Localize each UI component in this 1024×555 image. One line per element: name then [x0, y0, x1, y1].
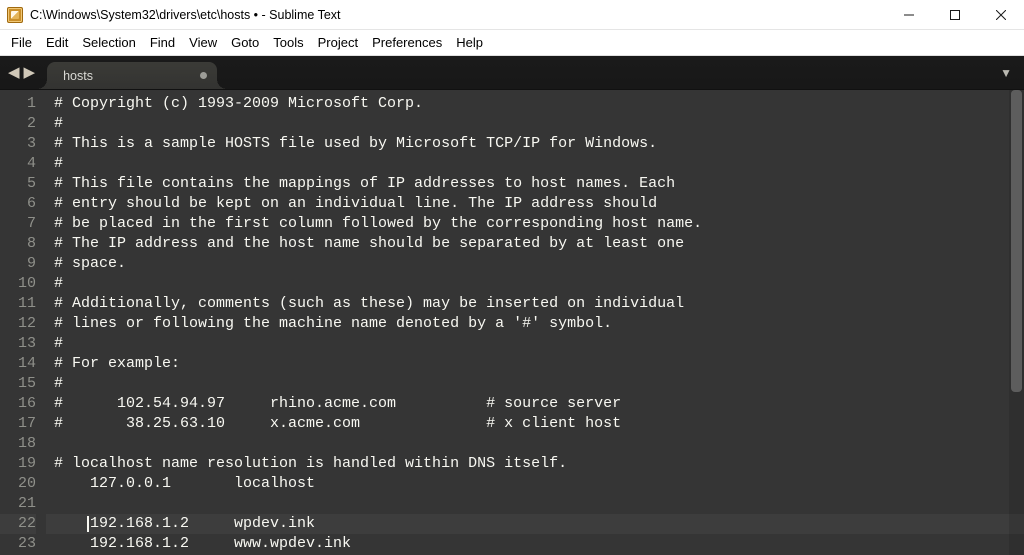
maximize-icon	[950, 10, 960, 20]
code-line[interactable]: # 102.54.94.97 rhino.acme.com # source s…	[46, 394, 1024, 414]
code-line[interactable]: # Copyright (c) 1993-2009 Microsoft Corp…	[46, 94, 1024, 114]
code-line[interactable]: # This is a sample HOSTS file used by Mi…	[46, 134, 1024, 154]
code-line[interactable]: # This file contains the mappings of IP …	[46, 174, 1024, 194]
menu-preferences[interactable]: Preferences	[365, 33, 449, 52]
line-number: 22	[0, 514, 36, 534]
line-number: 18	[0, 434, 36, 454]
minimize-icon	[904, 10, 914, 20]
line-number: 19	[0, 454, 36, 474]
maximize-button[interactable]	[932, 0, 978, 29]
code-line[interactable]: # For example:	[46, 354, 1024, 374]
code-line[interactable]: 127.0.0.1 localhost	[46, 474, 1024, 494]
line-number: 16	[0, 394, 36, 414]
line-number: 4	[0, 154, 36, 174]
menu-tools[interactable]: Tools	[266, 33, 310, 52]
menu-file[interactable]: File	[4, 33, 39, 52]
menu-goto[interactable]: Goto	[224, 33, 266, 52]
menu-edit[interactable]: Edit	[39, 33, 75, 52]
tab-nav-forward-icon[interactable]: ▶	[24, 65, 36, 80]
code-line[interactable]: # lines or following the machine name de…	[46, 314, 1024, 334]
line-number: 6	[0, 194, 36, 214]
code-line[interactable]: # 38.25.63.10 x.acme.com # x client host	[46, 414, 1024, 434]
line-number: 1	[0, 94, 36, 114]
dirty-indicator-icon	[200, 72, 207, 79]
close-icon	[996, 10, 1006, 20]
code-line[interactable]: # Additionally, comments (such as these)…	[46, 294, 1024, 314]
tab-hosts[interactable]: hosts	[47, 62, 217, 89]
tab-nav-back-icon[interactable]: ◀	[8, 65, 20, 80]
menu-view[interactable]: View	[182, 33, 224, 52]
line-number: 9	[0, 254, 36, 274]
line-number: 20	[0, 474, 36, 494]
text-cursor	[87, 516, 89, 532]
code-line[interactable]: 192.168.1.2 wpdev.ink	[46, 514, 1024, 534]
menu-help[interactable]: Help	[449, 33, 490, 52]
code-line[interactable]: 192.168.1.2 www.wpdev.ink	[46, 534, 1024, 554]
line-number: 14	[0, 354, 36, 374]
code-line[interactable]: # entry should be kept on an individual …	[46, 194, 1024, 214]
menu-selection[interactable]: Selection	[75, 33, 142, 52]
close-button[interactable]	[978, 0, 1024, 29]
window-title: C:\Windows\System32\drivers\etc\hosts • …	[30, 8, 341, 22]
code-line[interactable]: #	[46, 374, 1024, 394]
tab-nav-arrows: ◀ ▶	[4, 65, 45, 80]
code-area[interactable]: # Copyright (c) 1993-2009 Microsoft Corp…	[46, 90, 1024, 555]
vertical-scrollbar[interactable]	[1009, 90, 1024, 555]
line-number: 15	[0, 374, 36, 394]
menu-project[interactable]: Project	[311, 33, 365, 52]
app-icon	[7, 7, 23, 23]
code-line[interactable]: # localhost name resolution is handled w…	[46, 454, 1024, 474]
code-line[interactable]	[46, 494, 1024, 514]
line-number: 3	[0, 134, 36, 154]
code-line[interactable]: #	[46, 334, 1024, 354]
line-number: 7	[0, 214, 36, 234]
menu-find[interactable]: Find	[143, 33, 182, 52]
line-number: 12	[0, 314, 36, 334]
line-number: 2	[0, 114, 36, 134]
code-line[interactable]	[46, 434, 1024, 454]
tab-bar: ◀ ▶ hosts ▼	[0, 56, 1024, 90]
editor[interactable]: 1234567891011121314151617181920212223 # …	[0, 90, 1024, 555]
code-line[interactable]: #	[46, 114, 1024, 134]
scroll-thumb[interactable]	[1011, 90, 1022, 392]
line-number: 10	[0, 274, 36, 294]
menu-bar: FileEditSelectionFindViewGotoToolsProjec…	[0, 30, 1024, 56]
line-number: 5	[0, 174, 36, 194]
window-titlebar: C:\Windows\System32\drivers\etc\hosts • …	[0, 0, 1024, 30]
line-number: 13	[0, 334, 36, 354]
code-line[interactable]: # be placed in the first column followed…	[46, 214, 1024, 234]
tab-overflow-icon[interactable]: ▼	[1000, 66, 1020, 80]
tab-label: hosts	[63, 69, 93, 83]
line-number: 11	[0, 294, 36, 314]
line-number: 8	[0, 234, 36, 254]
window-controls	[886, 0, 1024, 29]
code-line[interactable]: # space.	[46, 254, 1024, 274]
code-line[interactable]: #	[46, 154, 1024, 174]
line-number: 21	[0, 494, 36, 514]
code-line[interactable]: # The IP address and the host name shoul…	[46, 234, 1024, 254]
line-number-gutter: 1234567891011121314151617181920212223	[0, 90, 46, 555]
minimize-button[interactable]	[886, 0, 932, 29]
line-number: 23	[0, 534, 36, 554]
code-line[interactable]: #	[46, 274, 1024, 294]
line-number: 17	[0, 414, 36, 434]
